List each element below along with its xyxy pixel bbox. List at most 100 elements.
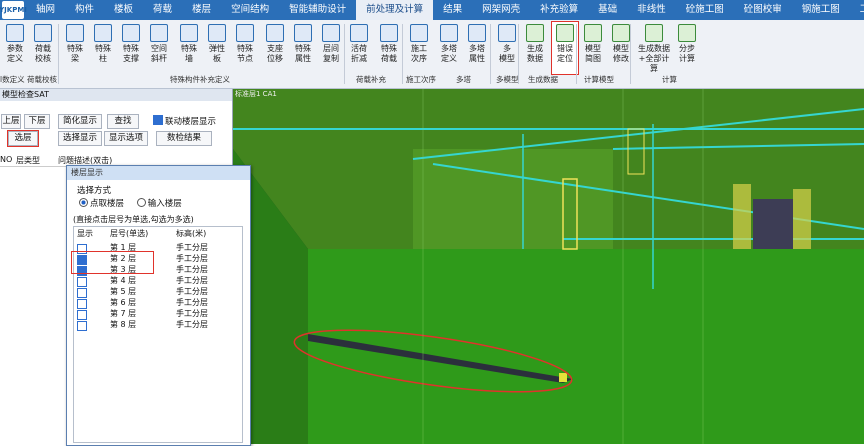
floor-row[interactable]: 第 5 层 手工分层: [74, 287, 242, 298]
support-disp-icon: [266, 24, 284, 42]
input-floor-radio[interactable]: 输入楼层: [136, 198, 182, 209]
special-load-icon: [380, 24, 398, 42]
floor-number[interactable]: 第 5 层: [110, 287, 136, 297]
ribbon-button[interactable]: 特殊柱: [90, 22, 116, 74]
display-options-button[interactable]: 显示选项: [104, 131, 148, 146]
ribbon-button[interactable]: 施工 次序: [406, 22, 432, 74]
ribbon-separator: [630, 24, 631, 84]
linked-floor-label: 联动楼层显示: [165, 117, 217, 127]
find-button[interactable]: 查找: [107, 114, 139, 129]
menu-tab[interactable]: 补充验算: [530, 0, 588, 20]
floor-show-checkbox[interactable]: [77, 321, 87, 331]
ribbon-button-label: 模型: [499, 54, 515, 63]
ribbon-button-label: 数据: [527, 54, 543, 63]
floor-height: 手工分层: [176, 276, 208, 285]
menu-tab[interactable]: 构件: [65, 0, 104, 20]
ribbon-button[interactable]: 生成数据 +全部计算: [636, 22, 672, 74]
down-layer-button[interactable]: 下层: [24, 114, 50, 129]
check-results-button[interactable]: 数检结果: [156, 131, 212, 146]
panel-title: 模型检查SAT: [0, 89, 232, 101]
ribbon-button[interactable]: 生成 数据: [522, 22, 548, 74]
viewport-layer-label: 标准层1 CA1: [235, 90, 277, 98]
floor-show-checkbox[interactable]: [77, 288, 87, 298]
menu-tab[interactable]: 结果: [433, 0, 472, 20]
ribbon-button-label: 特殊: [123, 44, 139, 53]
ribbon-button[interactable]: 空间 斜杆: [146, 22, 172, 74]
select-layer-button[interactable]: 选层: [7, 130, 39, 147]
menu-tab[interactable]: 网架网壳: [472, 0, 530, 20]
menu-tab[interactable]: 楼板: [104, 0, 143, 20]
ribbon-button[interactable]: 层间 复制: [318, 22, 344, 74]
floor-height: 手工分层: [176, 320, 208, 329]
menu-tab[interactable]: 砼施工图: [676, 0, 734, 20]
ribbon-button[interactable]: 错误 定位: [551, 21, 579, 75]
menu-tab[interactable]: 钢施工图: [792, 0, 850, 20]
ribbon-button[interactable]: 特殊 荷载: [376, 22, 402, 74]
ribbon-button[interactable]: 弹性板: [204, 22, 230, 74]
floor-number[interactable]: 第 7 层: [110, 309, 136, 319]
floor-row[interactable]: 第 8 层 手工分层: [74, 320, 242, 331]
ribbon-button[interactable]: 参数 定义: [2, 22, 28, 74]
floor-row[interactable]: 第 7 层 手工分层: [74, 309, 242, 320]
special-column-icon: [94, 24, 112, 42]
ribbon-button[interactable]: 特殊 支撑: [118, 22, 144, 74]
ribbon-button-label: 墙: [185, 54, 193, 63]
ribbon-button-label: 特殊: [95, 44, 111, 53]
menu-tab[interactable]: 砼图校审: [734, 0, 792, 20]
floor-height: 手工分层: [176, 287, 208, 296]
select-display-button[interactable]: 选择显示: [58, 131, 102, 146]
menu-tab[interactable]: 轴网: [26, 0, 65, 20]
floor-show-checkbox[interactable]: [77, 299, 87, 309]
ribbon-button-label: 简图: [585, 54, 601, 63]
model-sketch-icon: [584, 24, 602, 42]
ribbon-button[interactable]: 特殊 属性: [290, 22, 316, 74]
watermark-text: 大跛跨境: [8, 417, 64, 433]
ribbon-button[interactable]: 分步 计算: [674, 22, 700, 74]
up-layer-button[interactable]: 上层: [1, 114, 21, 129]
floor-number[interactable]: 第 6 层: [110, 298, 136, 308]
menu-bar: YJKPMI 轴网 构件 楼板 荷载 楼层 空间结构 智能辅助设计 前处理及计算 结果 网架网壳补…: [0, 0, 864, 20]
ribbon-button[interactable]: 多模型: [494, 22, 520, 74]
menu-tab[interactable]: 荷载: [143, 0, 182, 20]
menu-tab[interactable]: 空间结构: [221, 0, 279, 20]
structure-model[interactable]: [233, 89, 864, 444]
menu-tab[interactable]: 智能辅助设计: [279, 0, 356, 20]
menu-tab[interactable]: 非线性: [627, 0, 676, 20]
menu-tab[interactable]: 基础: [588, 0, 627, 20]
floor-show-checkbox[interactable]: [77, 310, 87, 320]
ribbon-button-label: 施工: [411, 44, 427, 53]
col-layer-type: 层类型: [16, 156, 40, 165]
menu-tab[interactable]: 楼层: [182, 0, 221, 20]
col-height: 标高(米): [176, 229, 207, 238]
floor-show-checkbox[interactable]: [77, 277, 87, 287]
floor-row[interactable]: 第 6 层 手工分层: [74, 298, 242, 309]
ribbon-button[interactable]: 多塔 定义: [436, 22, 462, 74]
ribbon-button[interactable]: 荷载 校核: [30, 22, 56, 74]
floor-number[interactable]: 第 4 层: [110, 276, 136, 286]
live-load-icon: [350, 24, 368, 42]
ribbon-button-label: 特殊: [295, 44, 311, 53]
menu-tab[interactable]: 前处理及计算: [356, 0, 434, 20]
radio-on-icon: [79, 198, 88, 207]
ribbon-button[interactable]: 模型 简图: [580, 22, 606, 74]
ribbon-button[interactable]: 支座 位移: [262, 22, 288, 74]
dialog-hint: (直接点击层号为单选,勾选为多选): [73, 215, 194, 224]
ribbon-group-label: 多模型: [496, 75, 519, 84]
ribbon-button[interactable]: 活荷 折减: [346, 22, 372, 74]
simplify-display-button[interactable]: 简化显示: [58, 114, 102, 129]
ribbon-button[interactable]: 多塔 属性: [464, 22, 490, 74]
ribbon-button-label: 模型: [585, 44, 601, 53]
floor-number[interactable]: 第 8 层: [110, 320, 136, 330]
pick-floor-radio[interactable]: 点取楼层: [79, 198, 124, 209]
floor-row[interactable]: 第 4 层 手工分层: [74, 276, 242, 287]
model-3d-viewport[interactable]: 标准层1 CA1: [233, 89, 864, 444]
ribbon-button[interactable]: 特殊 节点: [232, 22, 258, 74]
ribbon-button[interactable]: 特殊墙: [176, 22, 202, 74]
checkbox-icon: [153, 115, 163, 125]
linked-floor-checkbox[interactable]: 联动楼层显示: [153, 115, 216, 127]
generate-calc-icon: [645, 24, 663, 42]
menu-tab[interactable]: 工具集: [850, 0, 864, 20]
app-logo: YJKPMI: [0, 1, 27, 19]
ribbon-button-label: 荷载: [35, 44, 51, 53]
ribbon-button[interactable]: 特殊梁: [62, 22, 88, 74]
